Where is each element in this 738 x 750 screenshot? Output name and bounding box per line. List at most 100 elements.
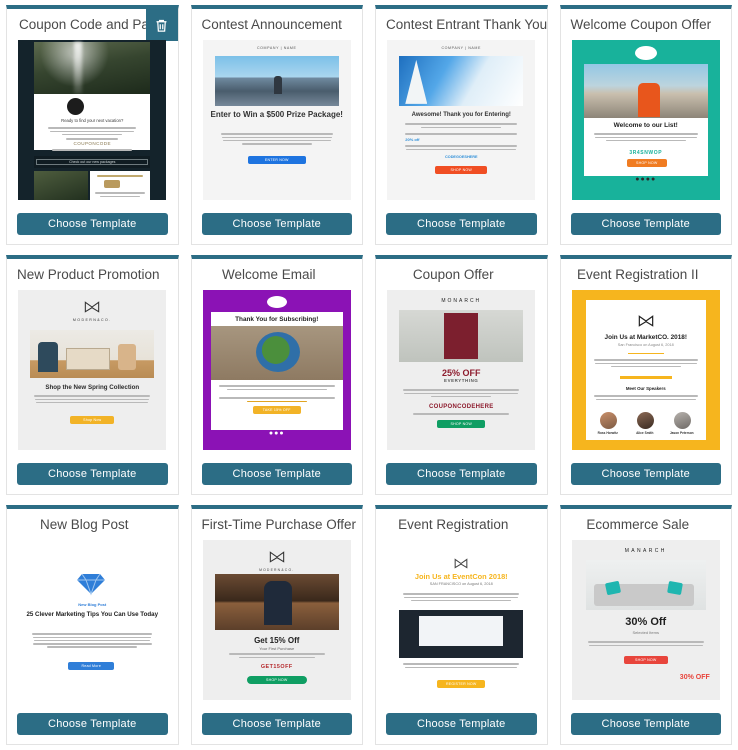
preview-cta: SHOP NOW — [626, 158, 667, 167]
choose-template-button[interactable]: Choose Template — [570, 213, 721, 235]
choose-template-button[interactable]: Choose Template — [386, 463, 537, 485]
template-preview: Join Us at EventCon 2018! SAN FRANCISCO … — [387, 539, 536, 700]
template-card-cell: Coupon Offer MONARCH 25% OFF EVERYTHING … — [369, 250, 554, 500]
template-preview: Welcome to our List! 3R4SNWOP SHOP NOW ●… — [571, 39, 720, 200]
template-card-cell: New Product Promotion MODERN&CO. Shop th… — [0, 250, 185, 500]
preview-headline: 25% OFF — [441, 367, 481, 378]
template-card-title: Welcome Email — [221, 267, 316, 282]
preview-cta: SHOP NOW — [623, 655, 668, 664]
preview-code-link: CODEGOESHERE — [445, 154, 478, 159]
template-card-cell: Event Registration II Join Us at MarketC… — [554, 250, 738, 500]
template-card-title: New Product Promotion — [17, 267, 160, 282]
template-card-cell: First-Time Purchase Offer MODERN&CO. Get… — [185, 500, 370, 750]
template-card[interactable]: New Product Promotion MODERN&CO. Shop th… — [6, 255, 179, 495]
preview-brand: MODERN&CO. — [259, 567, 295, 572]
template-preview: MODERN&CO. Shop the New Spring Collectio… — [18, 289, 167, 450]
preview-kicker: New Blog Post — [78, 601, 107, 607]
preview-headline: Join Us at MarketCO. 2018! — [604, 333, 687, 341]
preview-social-icons: ●●● — [268, 429, 285, 437]
speaker-name: Ross Horwitz — [597, 430, 618, 435]
choose-template-button[interactable]: Choose Template — [17, 713, 168, 735]
template-gallery: Coupon Code and Package Ready to find yo… — [0, 0, 738, 750]
template-card-title: Welcome Coupon Offer — [570, 17, 712, 32]
template-card-cell: Ecommerce Sale MANARCH 30% Off Selected … — [554, 500, 738, 750]
template-preview: New Blog Post 25 Clever Marketing Tips Y… — [18, 539, 167, 700]
preview-logo — [266, 295, 287, 308]
speaker-name: Jason Peterson — [669, 430, 694, 435]
template-card[interactable]: Ecommerce Sale MANARCH 30% Off Selected … — [559, 505, 732, 745]
choose-template-button[interactable]: Choose Template — [570, 463, 721, 485]
template-card[interactable]: Event Registration II Join Us at MarketC… — [559, 255, 732, 495]
preview-code: GET15OFF — [260, 663, 293, 670]
template-card[interactable]: Contest Entrant Thank You COMPANY | NAME… — [375, 5, 548, 245]
preview-cta: TAKE 15% OFF — [252, 405, 301, 414]
preview-brand: MONARCH — [441, 297, 482, 304]
choose-template-button[interactable]: Choose Template — [17, 213, 168, 235]
preview-cta: ENTER NOW — [247, 155, 306, 164]
speaker-avatar — [599, 411, 617, 429]
preview-brand: MODERN&CO. — [72, 317, 112, 322]
choose-template-button[interactable]: Choose Template — [386, 713, 537, 735]
template-card-cell: Coupon Code and Package Ready to find yo… — [0, 0, 185, 250]
template-preview: MANARCH 30% Off Selected Items SHOP NOW … — [571, 539, 720, 700]
brand-mark-icon — [638, 315, 654, 327]
preview-code: COUPONCODE — [73, 140, 111, 146]
template-card[interactable]: Contest Announcement COMPANY | NAME Ente… — [190, 5, 363, 245]
preview-cta: SHOP NOW — [246, 675, 307, 684]
choose-template-button[interactable]: Choose Template — [17, 463, 168, 485]
preview-social-icons: ●●●● — [635, 175, 657, 183]
preview-headline: 30% Off — [625, 615, 667, 628]
choose-template-button[interactable]: Choose Template — [386, 213, 537, 235]
template-card-title: New Blog Post — [39, 517, 129, 532]
template-card[interactable]: Welcome Coupon Offer Welcome to our List… — [559, 5, 732, 245]
template-card[interactable]: First-Time Purchase Offer MODERN&CO. Get… — [190, 505, 363, 745]
choose-template-button[interactable]: Choose Template — [201, 463, 352, 485]
brand-mark-icon — [269, 551, 284, 563]
diamond-icon — [77, 573, 106, 596]
template-card-cell: New Blog Post New Blog Post 25 Clever Ma… — [0, 500, 185, 750]
preview-headline: Join Us at EventCon 2018! — [414, 571, 508, 581]
template-card[interactable]: New Blog Post New Blog Post 25 Clever Ma… — [6, 505, 179, 745]
preview-bar-text: Check out our new packages — [69, 160, 116, 165]
preview-subhead: Selected Items — [632, 629, 659, 635]
trash-icon-button[interactable] — [145, 9, 178, 41]
preview-logo — [634, 45, 657, 60]
preview-link: 20% off — [405, 136, 420, 142]
speaker-name: Alice Smith — [636, 430, 654, 435]
preview-subhead: San Francisco on August 6, 2018 — [617, 342, 674, 347]
template-card-title: Ecommerce Sale — [586, 517, 690, 532]
preview-headline: Welcome to our List! — [613, 121, 678, 129]
template-card-cell: Contest Announcement COMPANY | NAME Ente… — [185, 0, 370, 250]
trash-icon — [156, 19, 167, 32]
template-preview: Ready to find your next vacation? COUPON… — [18, 39, 167, 200]
template-card-title: Event Registration — [398, 517, 509, 532]
speaker-avatar — [636, 411, 654, 429]
template-preview: MONARCH 25% OFF EVERYTHING COUPONCODEHER… — [387, 289, 536, 450]
template-preview: Join Us at MarketCO. 2018! San Francisco… — [571, 289, 720, 450]
preview-headline: Get 15% Off — [254, 635, 300, 645]
choose-template-button[interactable]: Choose Template — [570, 713, 721, 735]
preview-subhead: SAN FRANCISCO on August 6, 2018 — [429, 581, 493, 586]
preview-code: 3R4SNWOP — [629, 149, 663, 156]
preview-subhead: EVERYTHING — [444, 377, 479, 383]
preview-brand: MANARCH — [624, 547, 667, 554]
preview-brand: COMPANY | NAME — [441, 45, 482, 50]
speaker-avatar — [673, 411, 691, 429]
template-card[interactable]: Coupon Code and Package Ready to find yo… — [6, 5, 179, 245]
preview-subhead: Your First Purchase — [259, 645, 295, 651]
preview-cta: REGISTER NOW — [437, 679, 486, 688]
preview-section-title: Meet Our Speakers — [625, 385, 666, 391]
preview-headline: 25 Clever Marketing Tips You Can Use Tod… — [26, 610, 159, 618]
template-card-title: Coupon Offer — [412, 267, 494, 282]
template-card[interactable]: Welcome Email Thank You for Subscribing!… — [190, 255, 363, 495]
template-card-title: Contest Announcement — [201, 17, 342, 32]
preview-headline: Shop the New Spring Collection — [45, 383, 140, 391]
template-card[interactable]: Coupon Offer MONARCH 25% OFF EVERYTHING … — [375, 255, 548, 495]
preview-headline: Thank You for Subscribing! — [235, 315, 319, 323]
template-card-cell: Event Registration Join Us at EventCon 2… — [369, 500, 554, 750]
template-card-cell: Welcome Coupon Offer Welcome to our List… — [554, 0, 738, 250]
choose-template-button[interactable]: Choose Template — [201, 713, 352, 735]
preview-headline: Enter to Win a $500 Prize Package! — [210, 109, 343, 119]
choose-template-button[interactable]: Choose Template — [201, 213, 352, 235]
template-card[interactable]: Event Registration Join Us at EventCon 2… — [375, 505, 548, 745]
